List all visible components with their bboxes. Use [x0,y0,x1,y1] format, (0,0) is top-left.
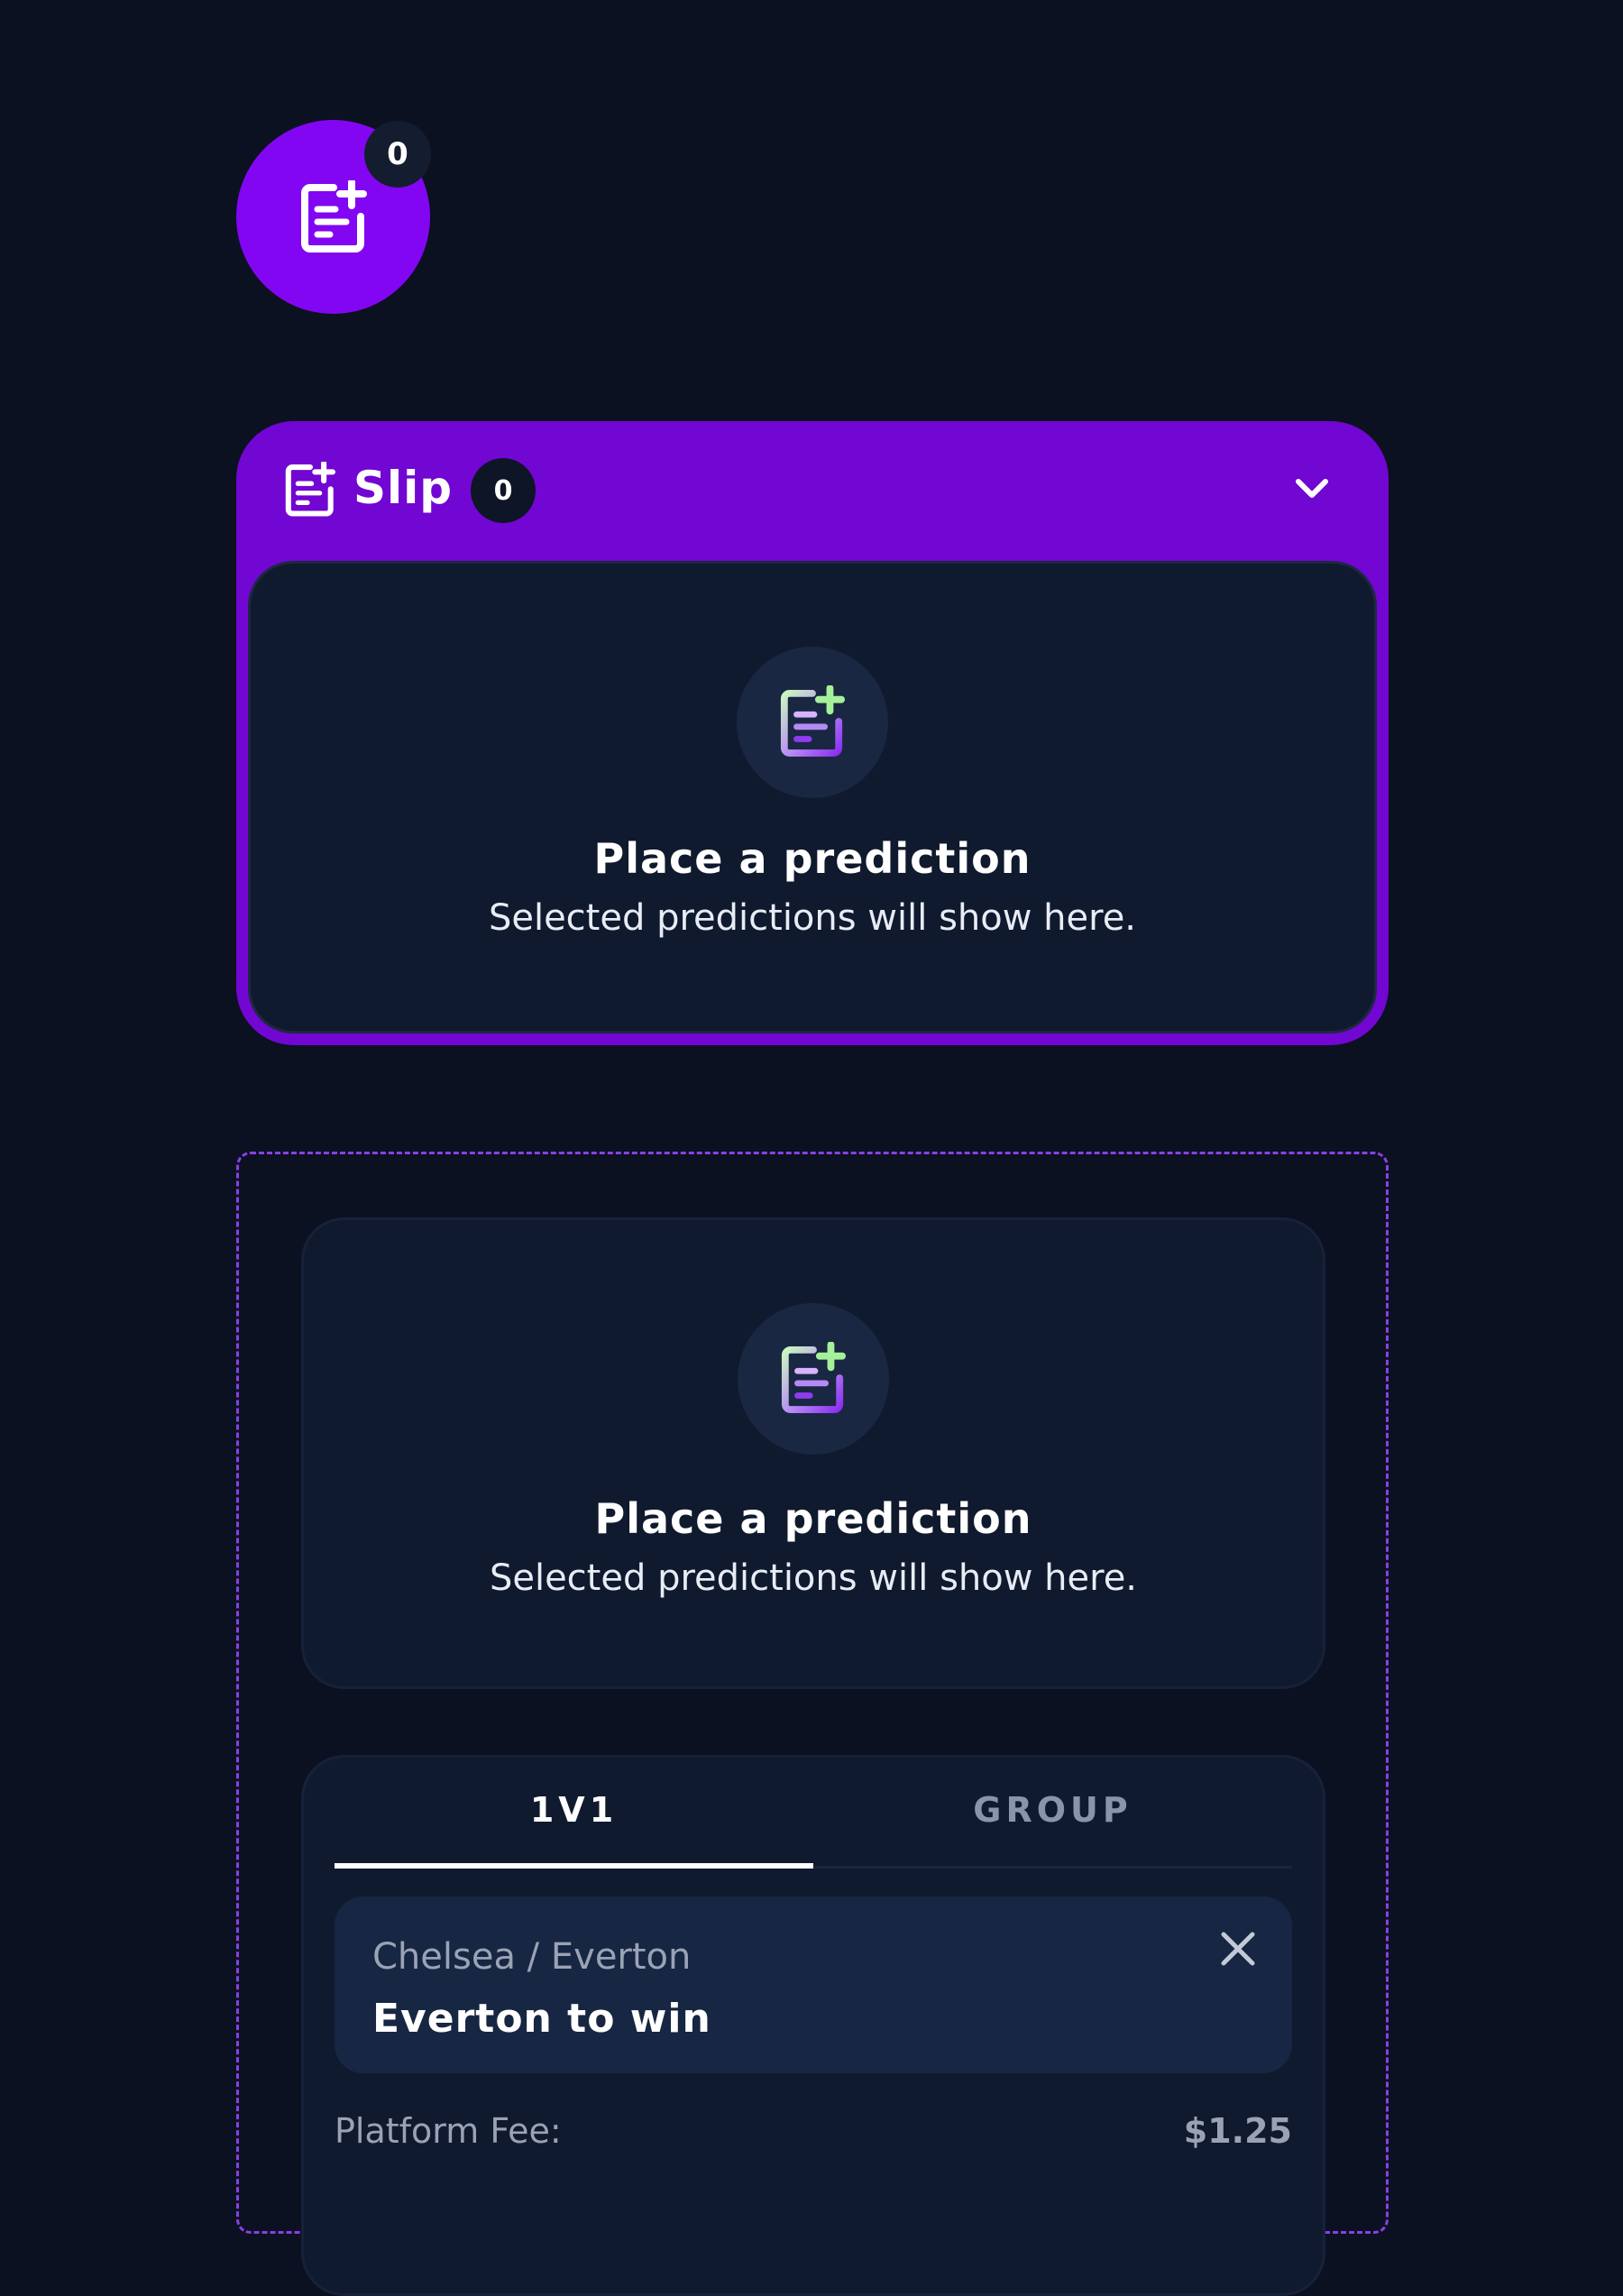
bet-type-tabs: 1V1 GROUP [335,1758,1292,1869]
slip-count-badge: 0 [471,458,536,523]
chevron-down-icon[interactable] [1289,466,1334,511]
slip-title: Slip [353,462,454,514]
slip-icon [285,462,335,517]
close-icon[interactable] [1218,1929,1258,1969]
empty-subtitle: Selected predictions will show here. [488,897,1137,939]
tab-1v1[interactable]: 1V1 [335,1758,813,1869]
empty-title: Place a prediction [593,834,1032,883]
fab-count-badge: 0 [364,121,431,188]
expanded-empty-state: Place a prediction Selected predictions … [301,1217,1325,1689]
platform-fee-value: $1.25 [1183,2111,1292,2151]
slip-add-icon [300,179,367,253]
tab-group[interactable]: GROUP [813,1758,1292,1866]
platform-fee-label: Platform Fee: [335,2111,562,2151]
empty-title: Place a prediction [594,1494,1032,1543]
slip-header[interactable]: Slip 0 [236,421,1389,561]
prediction-icon [738,1303,889,1455]
pick-card: Chelsea / Everton Everton to win [335,1896,1292,2073]
prediction-icon [737,647,888,798]
pick-selection: Everton to win [372,1996,711,2042]
empty-subtitle: Selected predictions will show here. [489,1557,1138,1599]
bet-panel: 1V1 GROUP Chelsea / Everton Everton to w… [301,1755,1325,2296]
slip-empty-state: Place a prediction Selected predictions … [248,561,1377,1033]
slip-panel: Slip 0 Place a prediction Selected predi… [236,421,1389,1045]
pick-match: Chelsea / Everton [372,1936,692,1978]
